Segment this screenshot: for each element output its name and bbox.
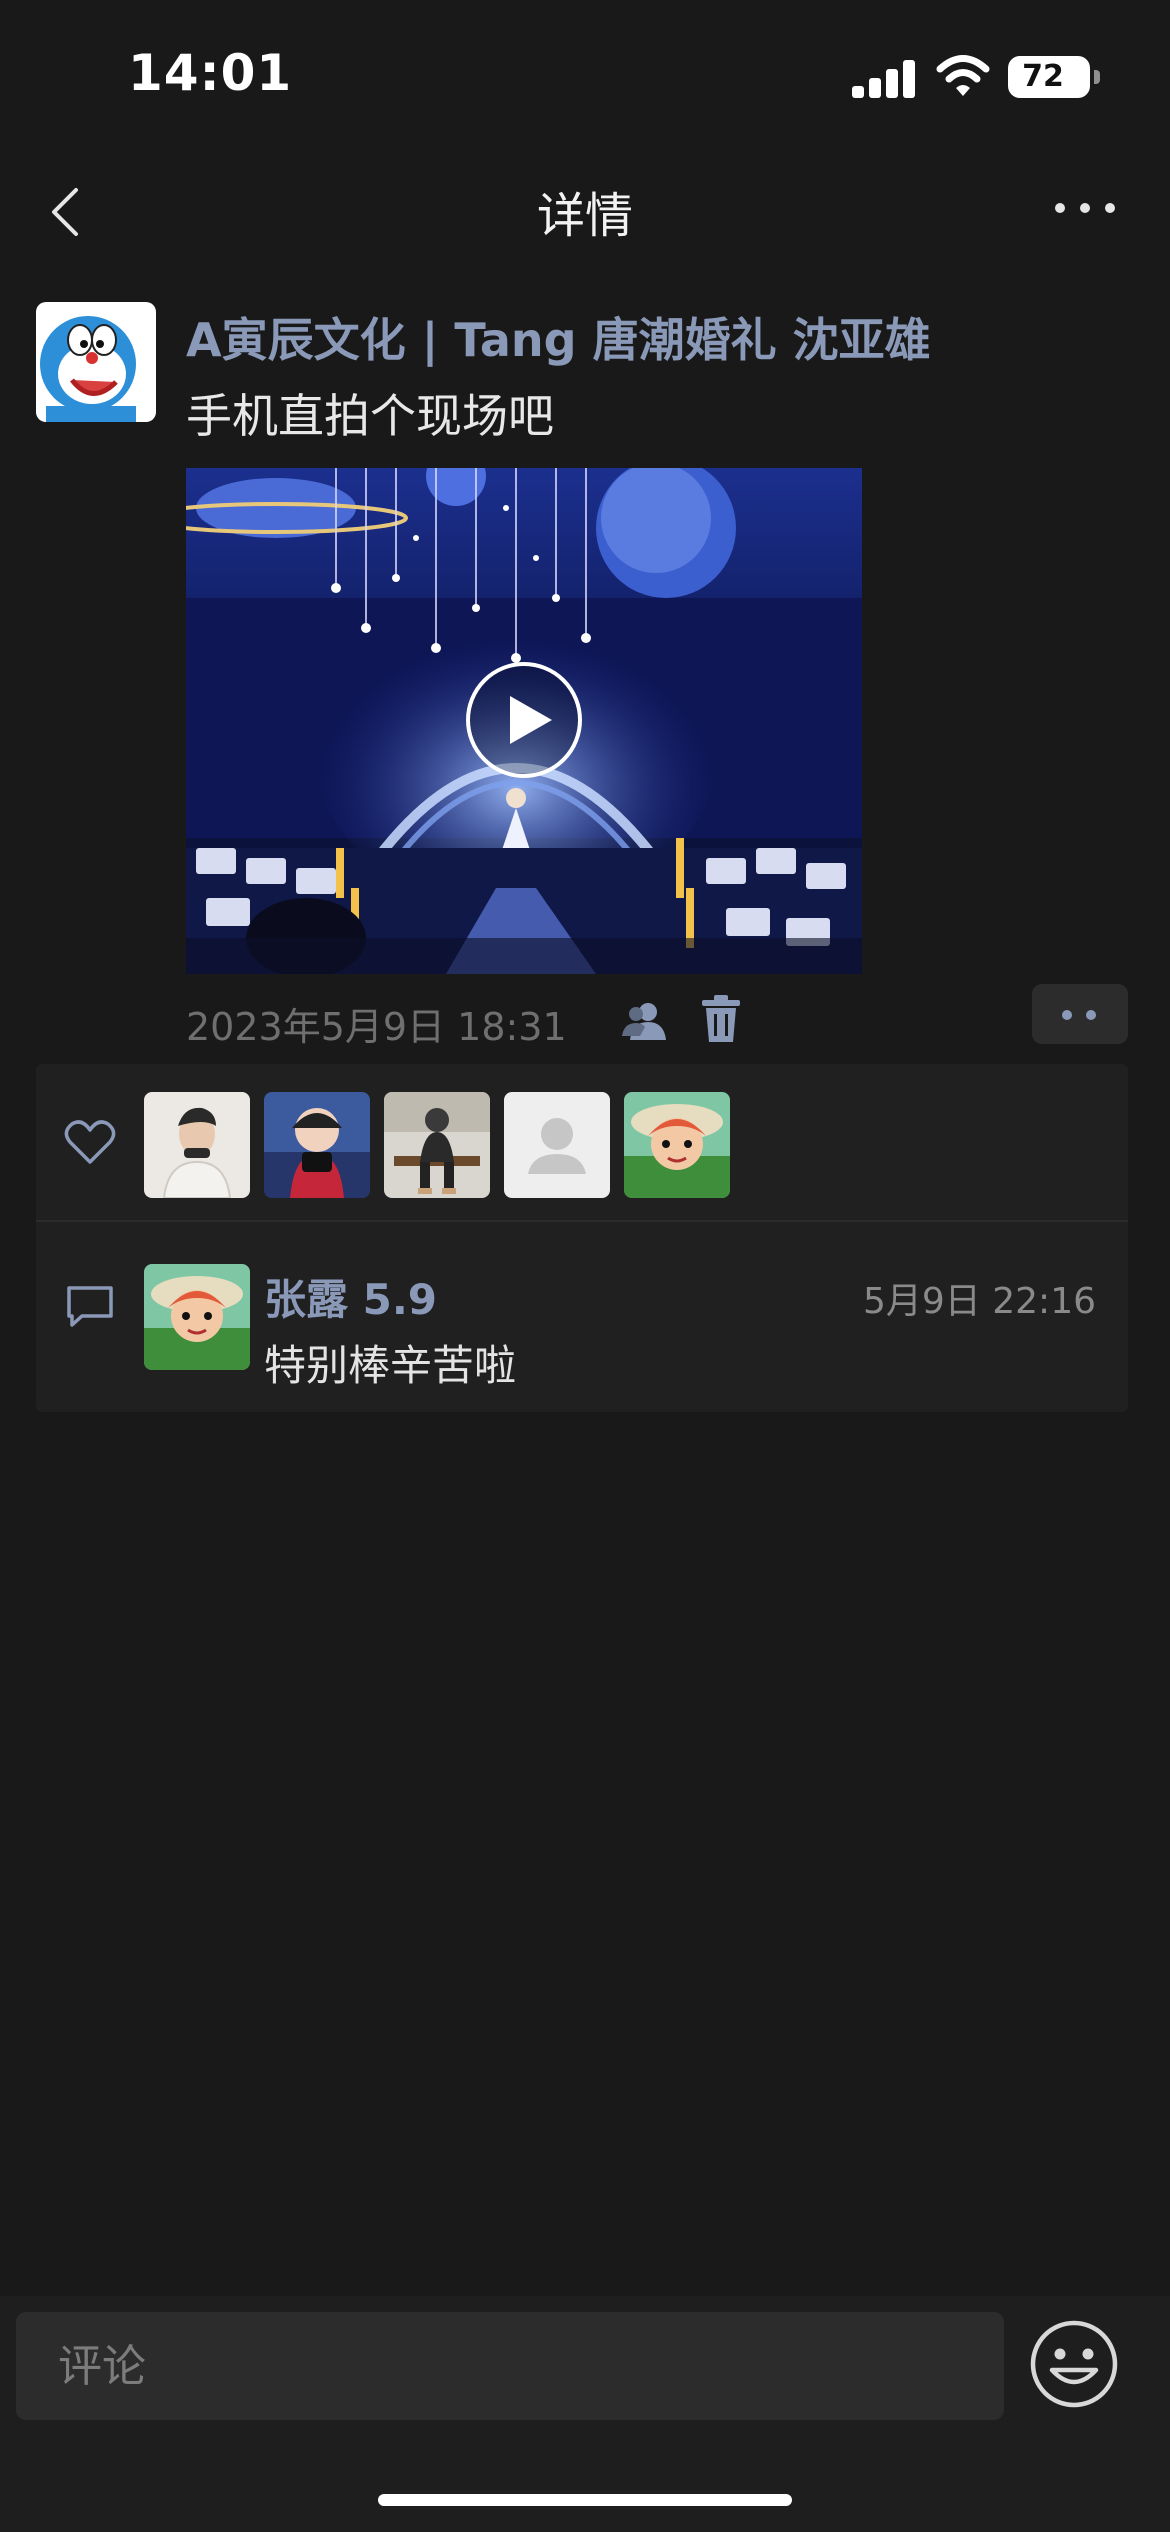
liker-avatar[interactable] [624,1092,730,1198]
post-timestamp: 2023年5月9日 18:31 [186,1005,567,1049]
heart-icon [64,1120,116,1164]
author-avatar[interactable] [36,302,156,422]
battery-icon: 72 [1008,56,1090,98]
dot-icon [1086,1010,1096,1020]
likes-row [36,1064,1128,1222]
comment-text: 特别棒辛苦啦 [264,1341,517,1390]
comment-item[interactable]: 张露 5.9 5月9日 22:16 特别棒辛苦啦 [36,1222,1128,1412]
default-avatar-icon[interactable] [504,1092,610,1198]
author-name[interactable]: A寅辰文化 | Tang 唐潮婚礼 沈亚雄 [186,304,931,370]
page-title: 详情 [536,188,633,244]
wifi-icon [936,55,990,96]
status-time: 14:01 [128,44,293,102]
battery-level: 72 [1022,59,1064,94]
status-bar: 14:01 72 [0,0,1170,150]
comment-time: 5月9日 22:16 [863,1281,1096,1322]
commenter-avatar[interactable] [144,1264,250,1370]
emoji-button[interactable] [1028,2318,1120,2410]
comment-input[interactable] [16,2312,1004,2420]
privacy-visibility-icon[interactable] [620,996,668,1044]
nav-bar: 详情 [0,150,1170,272]
battery-cap [1094,70,1100,84]
delete-icon[interactable] [698,994,744,1044]
liker-avatar[interactable] [144,1092,250,1198]
interaction-panel: 张露 5.9 5月9日 22:16 特别棒辛苦啦 [36,1064,1128,1412]
dot-icon [1062,1010,1072,1020]
post-text: 手机直拍个现场吧 [186,389,554,443]
comment-icon [67,1286,113,1327]
video-thumbnail[interactable] [186,468,862,974]
like-comment-action-button[interactable] [1032,984,1128,1044]
liker-avatar[interactable] [384,1092,490,1198]
liker-avatar[interactable] [264,1092,370,1198]
play-icon[interactable] [464,660,584,780]
home-indicator [378,2494,792,2506]
cellular-signal-icon [852,58,916,98]
commenter-name[interactable]: 张露 5.9 [264,1266,437,1327]
more-button[interactable] [1050,186,1120,230]
